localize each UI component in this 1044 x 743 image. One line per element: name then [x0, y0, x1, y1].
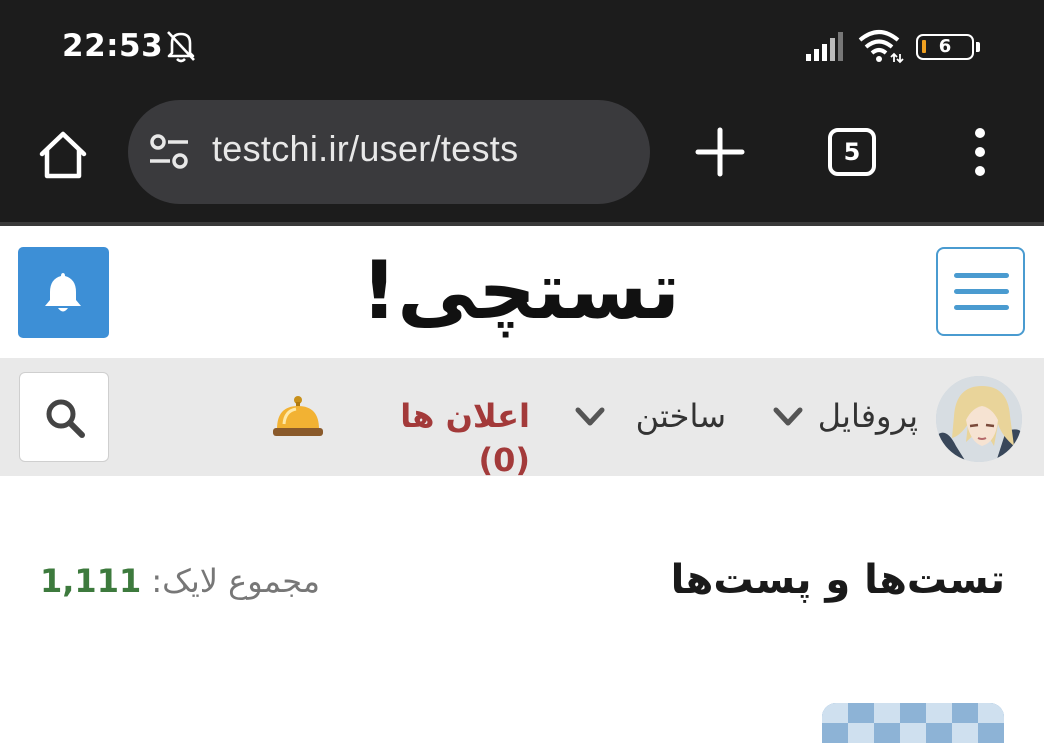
nav-build-label: ساختن	[635, 397, 726, 435]
total-likes-value: 1,111	[40, 562, 142, 600]
chevron-down-icon	[773, 407, 803, 426]
signal-icon	[806, 32, 843, 61]
avatar-image	[936, 376, 1022, 462]
home-icon[interactable]	[36, 128, 90, 182]
chevron-down-icon	[575, 407, 605, 426]
hamburger-line	[954, 305, 1009, 310]
hamburger-menu-button[interactable]	[936, 247, 1025, 336]
nav-bar: اعلان ها (0) ساختن پروفایل	[0, 358, 1044, 479]
service-bell-icon[interactable]	[272, 394, 324, 438]
tune-icon[interactable]	[148, 132, 192, 172]
battery-icon: 6	[916, 34, 980, 60]
hamburger-line	[954, 273, 1009, 278]
wifi-icon	[858, 30, 904, 64]
status-bar: 22:53 6	[0, 0, 1044, 96]
total-likes: مجموع لایک: 1,111	[40, 556, 370, 606]
notifications-link[interactable]: اعلان ها (0)	[340, 394, 530, 482]
nav-profile-dropdown[interactable]: پروفایل	[772, 394, 918, 438]
test-thumbnail[interactable]	[822, 703, 1004, 743]
url-text[interactable]: testchi.ir/user/tests	[212, 128, 518, 170]
avatar[interactable]	[936, 376, 1022, 462]
thumbnail-image	[822, 703, 1004, 743]
nav-build-dropdown[interactable]: ساختن	[574, 394, 726, 438]
search-icon	[46, 399, 85, 438]
site-header: تستچی!	[0, 230, 1044, 358]
site-logo[interactable]: تستچی!	[361, 236, 680, 346]
nav-profile-label: پروفایل	[817, 397, 918, 435]
notification-bell-button[interactable]	[18, 247, 109, 338]
hamburger-line	[954, 289, 1009, 294]
plus-icon[interactable]	[694, 126, 746, 178]
total-likes-label: مجموع لایک:	[151, 562, 321, 600]
status-time: 22:53	[62, 28, 164, 64]
more-vert-icon[interactable]	[964, 126, 996, 178]
address-bar[interactable]: testchi.ir/user/tests	[128, 100, 650, 204]
tabs-icon[interactable]: 5	[828, 128, 876, 176]
mute-bell-icon	[167, 31, 195, 63]
bell-icon	[45, 273, 81, 312]
search-button[interactable]	[19, 372, 109, 462]
browser-toolbar: testchi.ir/user/tests 5	[0, 96, 1044, 226]
page-title: تست‌ها و پست‌ها	[670, 557, 1005, 603]
battery-level: 6	[938, 36, 952, 57]
